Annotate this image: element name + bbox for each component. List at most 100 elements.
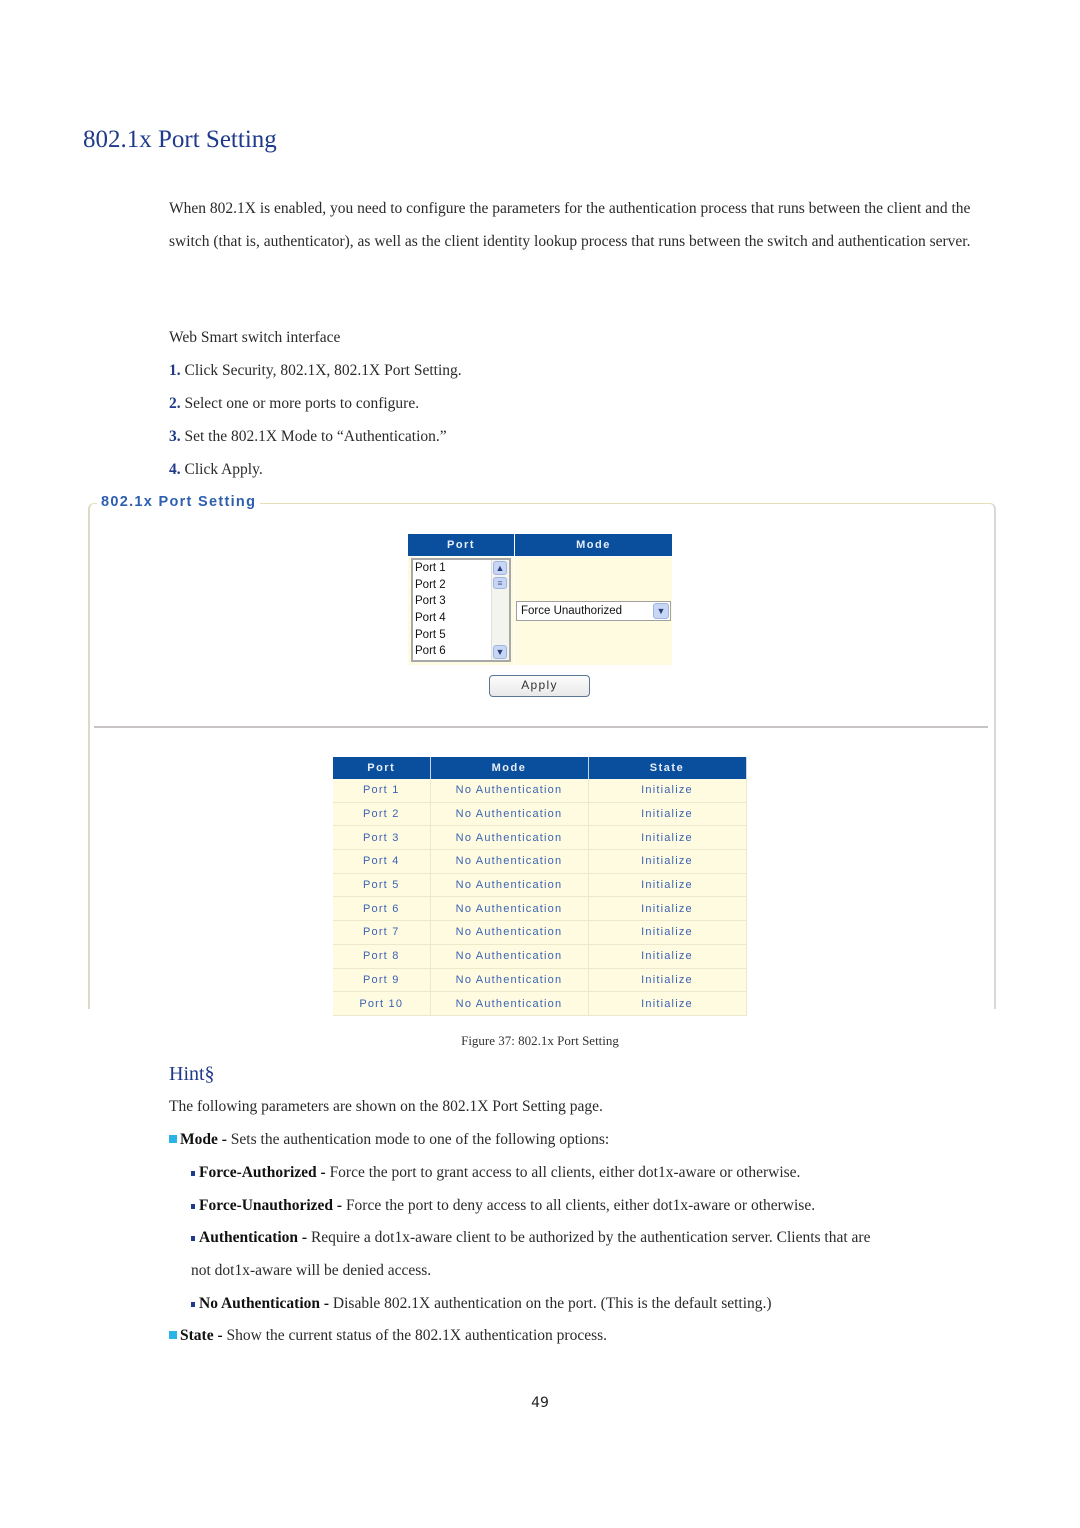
step-item: 3. Set the 802.1X Mode to “Authenticatio… xyxy=(169,428,447,446)
panel-title: 802.1x Port Setting xyxy=(97,494,261,510)
table-row: Port 3 No Authentication Initialize xyxy=(333,825,747,851)
cell-port: Port 10 xyxy=(333,991,431,1016)
status-header-state: State xyxy=(588,757,747,779)
cell-state: Initialize xyxy=(588,825,747,851)
port-listbox[interactable]: Port 1 Port 2 Port 3 Port 4 Port 5 Port … xyxy=(411,558,511,662)
step-number: 3. xyxy=(169,428,181,445)
option-continuation: not dot1x-aware will be denied access. xyxy=(191,1262,432,1279)
chevron-down-icon[interactable]: ▼ xyxy=(653,603,669,619)
step-item: 4. Click Apply. xyxy=(169,461,263,479)
table-row: Port 9 No Authentication Initialize xyxy=(333,968,747,993)
cell-port: Port 2 xyxy=(333,802,431,827)
config-header-mode: Mode xyxy=(515,534,672,556)
cell-port: Port 1 xyxy=(333,779,431,803)
param-desc: Show the current status of the 802.1X au… xyxy=(226,1327,608,1344)
step-item: 1. Click Security, 802.1X, 802.1X Port S… xyxy=(169,362,462,380)
step-text: Click Security, 802.1X, 802.1X Port Sett… xyxy=(184,362,462,379)
option-term: Force-Unauthorized - xyxy=(199,1197,346,1214)
cell-state: Initialize xyxy=(588,991,747,1016)
apply-button[interactable]: Apply xyxy=(489,675,590,697)
cell-mode: No Authentication xyxy=(430,873,589,898)
port-status-table: Port Mode State Port 1 No Authentication I… xyxy=(333,757,747,1016)
step-text: Click Apply. xyxy=(184,461,263,478)
figure-caption: Figure 37: 802.1x Port Setting xyxy=(461,1033,619,1048)
step-number: 4. xyxy=(169,461,181,478)
bullet-icon xyxy=(191,1171,195,1176)
bullet-icon xyxy=(191,1204,195,1209)
scroll-thumb[interactable]: ≡ xyxy=(493,577,507,589)
option-desc: Require a dot1x-aware client to be autho… xyxy=(310,1229,871,1246)
table-row: Port 5 No Authentication Initialize xyxy=(333,873,747,898)
mode-select-value: Force Unauthorized xyxy=(521,605,622,617)
option-term: Force-Authorized - xyxy=(199,1164,330,1181)
cell-port: Port 5 xyxy=(333,873,431,898)
option-term: Authentication - xyxy=(199,1229,311,1246)
scroll-down-icon[interactable]: ▼ xyxy=(493,645,507,659)
cell-mode: No Authentication xyxy=(430,802,589,827)
param-desc: Sets the authentication mode to one of t… xyxy=(230,1131,610,1148)
cell-mode: No Authentication xyxy=(430,944,589,969)
bullet-icon xyxy=(169,1135,177,1143)
option-desc: Force the port to deny access to all cli… xyxy=(345,1197,816,1214)
cell-state: Initialize xyxy=(588,944,747,969)
cell-mode: No Authentication xyxy=(430,991,589,1016)
cell-mode: No Authentication xyxy=(430,825,589,851)
cell-port: Port 3 xyxy=(333,825,431,851)
step-item: 2. Select one or more ports to configure… xyxy=(169,395,419,413)
option-term: No Authentication - xyxy=(199,1295,333,1312)
param-term: State - xyxy=(180,1327,227,1344)
intro-paragraph: When 802.1X is enabled, you need to conf… xyxy=(169,200,971,250)
cell-state: Initialize xyxy=(588,920,747,945)
hint-lead: The following parameters are shown on th… xyxy=(169,1098,603,1115)
hint-title: Hint§ xyxy=(169,1063,215,1085)
param-state: State - Show the current status of the 8… xyxy=(169,1327,607,1345)
table-row: Port 1 No Authentication Initialize xyxy=(333,779,747,803)
cell-mode: No Authentication xyxy=(430,849,589,874)
cell-mode: No Authentication xyxy=(430,968,589,993)
option-desc: Force the port to grant access to all cl… xyxy=(329,1164,801,1181)
param-mode: Mode - Sets the authentication mode to o… xyxy=(169,1131,609,1149)
cell-state: Initialize xyxy=(588,896,747,922)
table-row: Port 7 No Authentication Initialize xyxy=(333,920,747,945)
cell-port: Port 9 xyxy=(333,968,431,993)
step-text: Set the 802.1X Mode to “Authentication.” xyxy=(184,428,447,445)
cell-state: Initialize xyxy=(588,873,747,898)
scroll-up-icon[interactable]: ▲ xyxy=(493,561,507,575)
bullet-icon xyxy=(169,1331,177,1339)
table-row: Port 10 No Authentication Initialize xyxy=(333,991,747,1016)
cell-mode: No Authentication xyxy=(430,896,589,922)
option-item: Force-Authorized - Force the port to gra… xyxy=(191,1164,800,1182)
status-header-port: Port xyxy=(333,757,431,779)
cell-state: Initialize xyxy=(588,779,747,803)
option-desc: Disable 802.1X authentication on the por… xyxy=(332,1295,772,1312)
cell-state: Initialize xyxy=(588,968,747,993)
cell-port: Port 4 xyxy=(333,849,431,874)
bullet-icon xyxy=(191,1236,195,1241)
param-term: Mode - xyxy=(180,1131,231,1148)
page-number: 49 xyxy=(531,1395,549,1411)
step-number: 1. xyxy=(169,362,181,379)
step-text: Select one or more ports to configure. xyxy=(184,395,420,412)
table-row: Port 2 No Authentication Initialize xyxy=(333,802,747,827)
mode-select[interactable]: Force Unauthorized ▼ xyxy=(516,601,671,621)
interface-label: Web Smart switch interface xyxy=(169,329,341,346)
option-item: Force-Unauthorized - Force the port to d… xyxy=(191,1197,815,1215)
cell-port: Port 6 xyxy=(333,896,431,922)
step-number: 2. xyxy=(169,395,181,412)
bullet-icon xyxy=(191,1302,195,1307)
listbox-scrollbar[interactable]: ▲ ≡ ▼ xyxy=(491,560,509,660)
table-row: Port 6 No Authentication Initialize xyxy=(333,896,747,922)
section-heading: 802.1x Port Setting xyxy=(83,126,277,153)
cell-port: Port 7 xyxy=(333,920,431,945)
cell-mode: No Authentication xyxy=(430,779,589,803)
option-item: Authentication - Require a dot1x-aware c… xyxy=(191,1229,870,1247)
table-row: Port 8 No Authentication Initialize xyxy=(333,944,747,969)
status-header-mode: Mode xyxy=(430,757,589,779)
config-header-port: Port xyxy=(408,534,514,556)
cell-state: Initialize xyxy=(588,849,747,874)
cell-state: Initialize xyxy=(588,802,747,827)
cell-mode: No Authentication xyxy=(430,920,589,945)
cell-port: Port 8 xyxy=(333,944,431,969)
table-row: Port 4 No Authentication Initialize xyxy=(333,849,747,874)
divider xyxy=(94,726,988,728)
